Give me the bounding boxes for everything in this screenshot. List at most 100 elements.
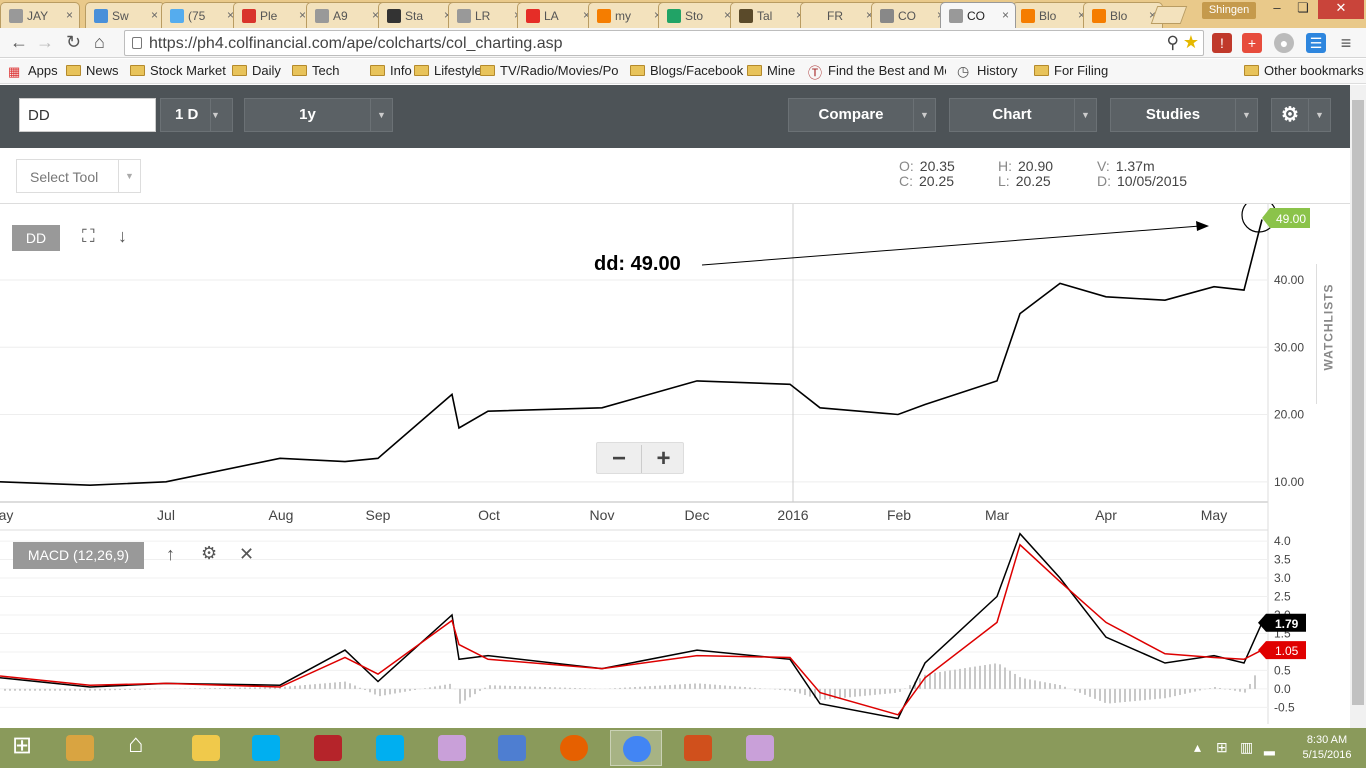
zoom-in-button[interactable]: + (641, 445, 685, 473)
bookmark-item[interactable]: ▦ Apps (6, 63, 58, 79)
profile-chip[interactable]: Shingen (1202, 2, 1256, 19)
browser-tab[interactable]: Tal× (730, 2, 810, 28)
chart-type-button[interactable]: Chart ▼ (949, 98, 1097, 132)
taskbar-skype-button[interactable] (364, 730, 416, 766)
tray-signal-icon[interactable]: ▂ (1264, 739, 1275, 756)
studies-button[interactable]: Studies ▼ (1110, 98, 1258, 132)
bookmark-item[interactable]: Info (368, 63, 412, 78)
range-dropdown[interactable]: 1y ▼ (244, 98, 393, 132)
tray-network-icon[interactable]: ⊞ (1216, 739, 1228, 756)
browser-tab[interactable]: CO× (940, 2, 1016, 28)
fullscreen-icon[interactable]: ⛶ (82, 226, 95, 247)
scrollbar-thumb[interactable] (1352, 100, 1364, 705)
restore-icon[interactable]: ❏ (1290, 0, 1316, 19)
close-tab-icon[interactable]: × (66, 8, 73, 22)
new-tab-button[interactable] (1150, 6, 1188, 24)
bookmark-item[interactable]: News (64, 63, 119, 78)
page-scrollbar[interactable] (1350, 85, 1366, 728)
histogram-bar (819, 688, 821, 700)
arrow-down-icon[interactable]: ↓ (118, 226, 127, 247)
symbol-chip[interactable]: DD (12, 225, 60, 251)
taskbar-avatar-button[interactable] (486, 730, 538, 766)
histogram-bar (139, 688, 141, 690)
browser-tab[interactable]: Ple × (233, 2, 313, 28)
address-bar[interactable]: https://ph4.colfinancial.com/ape/colchar… (124, 30, 1204, 56)
browser-tab[interactable]: LA × (517, 2, 597, 28)
histogram-bar (619, 687, 621, 689)
close-icon[interactable]: ✕ (1318, 0, 1364, 19)
settings-button[interactable]: ⚙ ▼ (1271, 98, 1331, 132)
taskbar-calculator-button[interactable] (302, 730, 354, 766)
arrow-up-icon[interactable]: ↑ (166, 544, 175, 565)
bookmark-item[interactable]: Mine (745, 63, 795, 78)
plus-extension-icon[interactable]: + (1242, 33, 1262, 53)
bookmark-item[interactable]: Blogs/Facebook (628, 63, 743, 78)
bookmark-item[interactable]: ◷ History (955, 63, 1017, 79)
menu-icon[interactable]: ≡ (1336, 33, 1356, 53)
taskbar-notes-button[interactable] (54, 730, 106, 766)
extension-icon[interactable]: ● (1274, 33, 1294, 53)
taskbar-explorer-button[interactable] (180, 730, 232, 766)
histogram-bar (1044, 682, 1046, 689)
close-tab-icon[interactable]: × (299, 8, 306, 22)
tray-battery-icon[interactable]: ▥ (1240, 739, 1253, 756)
browser-tab[interactable]: Blo × (1012, 2, 1092, 28)
bookmark-item[interactable]: Lifestyle (412, 63, 482, 78)
bookmark-item[interactable]: For Filing (1032, 63, 1108, 78)
browser-tab[interactable]: my× (588, 2, 668, 28)
close-icon[interactable]: ✕ (239, 544, 254, 565)
taskbar-chrome-button[interactable] (610, 730, 662, 766)
system-clock[interactable]: 8:30 AM 5/15/2016 (1292, 733, 1362, 763)
zoom-out-button[interactable]: − (597, 445, 641, 473)
browser-tab[interactable]: Sw × (85, 2, 165, 28)
tray-up-icon[interactable]: ▴ (1194, 739, 1201, 756)
taskbar-firefox-button[interactable] (548, 730, 600, 766)
interval-dropdown[interactable]: 1 D ▼ (160, 98, 233, 132)
star-icon[interactable]: ★ (1183, 32, 1199, 53)
forward-icon[interactable]: → (36, 32, 54, 53)
minimize-icon[interactable]: – (1264, 0, 1290, 19)
bookmark-item[interactable]: Daily (230, 63, 281, 78)
extension-icon[interactable]: ! (1212, 33, 1232, 53)
taskbar-home-button[interactable]: ⌂ (116, 728, 168, 766)
histogram-bar (264, 687, 266, 689)
browser-tab[interactable]: Sto × (658, 2, 738, 28)
taskbar-messenger-button[interactable] (734, 730, 786, 766)
browser-tab[interactable]: CO× (871, 2, 951, 28)
select-tool-dropdown[interactable]: Select Tool ▼ (16, 159, 141, 193)
browser-tab[interactable]: Blo × (1083, 2, 1163, 28)
browser-tab[interactable]: JAY × (0, 2, 80, 28)
histogram-bar (434, 686, 436, 689)
histogram-bar (974, 666, 976, 689)
bookmark-item[interactable]: TV/Radio/Movies/Pod (478, 63, 618, 78)
browser-tab[interactable]: Sta× (378, 2, 458, 28)
gear-icon[interactable]: ⚙ (201, 543, 217, 564)
watchlists-tab[interactable]: WATCHLISTS (1316, 264, 1350, 404)
reload-icon[interactable]: ↻ (66, 32, 81, 53)
browser-tab[interactable]: A9 × (306, 2, 386, 28)
browser-tab[interactable]: LR× (448, 2, 528, 28)
taskbar-start-button[interactable]: ⊞ (0, 730, 52, 766)
macd-chip[interactable]: MACD (12,26,9) (13, 542, 144, 569)
avatar-icon (498, 735, 526, 761)
close-tab-icon[interactable]: × (151, 8, 158, 22)
taskbar-skype-button[interactable] (240, 730, 292, 766)
zoom-icon[interactable]: ⚲ (1167, 33, 1179, 53)
bookmark-item[interactable]: Other bookmarks (1242, 63, 1364, 78)
browser-tab[interactable]: (75 × (161, 2, 241, 28)
extension-icon[interactable]: ☰ (1306, 33, 1326, 53)
bookmark-item[interactable]: Stock Market (128, 63, 226, 78)
browser-tab[interactable]: FR × (800, 2, 880, 28)
histogram-bar (894, 688, 896, 693)
home-icon[interactable]: ⌂ (94, 32, 105, 53)
compare-button[interactable]: Compare ▼ (788, 98, 936, 132)
back-icon[interactable]: ← (10, 32, 28, 53)
bookmark-item[interactable]: Tech (290, 63, 339, 78)
close-tab-icon[interactable]: × (1002, 8, 1009, 22)
histogram-bar (199, 688, 201, 689)
symbol-input[interactable] (19, 98, 156, 132)
histogram-bar (299, 685, 301, 689)
bookmark-item[interactable]: Ⓣ Find the Best and Mo (806, 63, 946, 81)
taskbar-messenger-button[interactable] (426, 730, 478, 766)
taskbar-yahoo-button[interactable] (672, 730, 724, 766)
